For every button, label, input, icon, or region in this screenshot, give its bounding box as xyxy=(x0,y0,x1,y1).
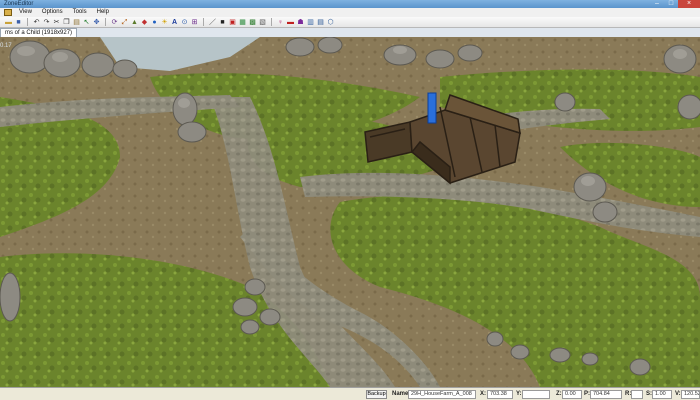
toolbar-separator xyxy=(27,18,28,26)
path-icon[interactable]: ⊙ xyxy=(180,18,189,27)
open-icon[interactable]: ▬ xyxy=(4,18,13,27)
window-title: ZoneEditor xyxy=(4,1,34,7)
grid-icon[interactable]: ⊞ xyxy=(190,18,199,27)
fill-icon[interactable]: ■ xyxy=(218,18,227,27)
redo-icon[interactable]: ↷ xyxy=(42,18,51,27)
object-icon[interactable]: ● xyxy=(150,18,159,27)
menu-bar: View Options Tools Help xyxy=(0,8,700,17)
document-tab-strip: ms of a Child (1918x927) xyxy=(0,28,700,37)
toolbar-separator xyxy=(105,18,106,26)
npc-icon[interactable]: ♀ xyxy=(276,18,285,27)
z-field[interactable]: 0.00 xyxy=(562,390,582,399)
menu-view[interactable]: View xyxy=(14,8,37,17)
sky-icon[interactable]: ▦ xyxy=(238,18,247,27)
app-icon xyxy=(4,9,12,16)
r-field[interactable] xyxy=(631,390,643,399)
v-label: V: xyxy=(675,391,681,397)
toolbar-separator xyxy=(271,18,272,26)
paint-icon[interactable]: ◆ xyxy=(140,18,149,27)
terrain-icon[interactable]: ▲ xyxy=(130,18,139,27)
light-icon[interactable]: ☀ xyxy=(160,18,169,27)
menu-help[interactable]: Help xyxy=(92,8,114,17)
water-icon[interactable]: ▣ xyxy=(228,18,237,27)
cut-icon[interactable]: ✂ xyxy=(52,18,61,27)
menu-options[interactable]: Options xyxy=(37,8,68,17)
select-icon[interactable]: ↖ xyxy=(82,18,91,27)
menu-tools[interactable]: Tools xyxy=(68,8,92,17)
selection-marker xyxy=(427,92,437,124)
window-controls: – □ × xyxy=(650,0,700,8)
z-label: Z: xyxy=(556,391,562,397)
snap-icon[interactable]: ⬡ xyxy=(326,18,335,27)
ai-icon[interactable]: A xyxy=(170,18,179,27)
y-field[interactable] xyxy=(522,390,550,399)
minimize-button[interactable]: – xyxy=(650,0,664,8)
p-field[interactable]: 704.84 xyxy=(590,390,622,399)
copy-icon[interactable]: ❐ xyxy=(62,18,71,27)
spawn-icon[interactable]: ▬ xyxy=(286,18,295,27)
s-field[interactable]: 1.00 xyxy=(652,390,672,399)
camera-icon[interactable]: ▧ xyxy=(258,18,267,27)
toolbar: ▬ ■ ↶ ↷ ✂ ❐ ▤ ↖ ✥ ⟳ ⤢ ▲ ◆ ● ☀ A ⊙ ⊞ ／ ■ … xyxy=(0,17,700,28)
close-button[interactable]: × xyxy=(678,0,700,8)
viewport-coord-readout: 0.17 xyxy=(0,43,12,49)
toolbar-separator xyxy=(203,18,204,26)
terrain-render xyxy=(0,37,700,387)
document-tab[interactable]: ms of a Child (1918x927) xyxy=(0,28,78,37)
rotate-icon[interactable]: ⟳ xyxy=(110,18,119,27)
map-icon[interactable]: ▥ xyxy=(306,18,315,27)
title-bar: ZoneEditor – □ × xyxy=(0,0,700,8)
x-field[interactable]: 703.38 xyxy=(487,390,513,399)
pen-icon[interactable]: ／ xyxy=(208,18,217,27)
maximize-button[interactable]: □ xyxy=(664,0,678,8)
fog-icon[interactable]: ▩ xyxy=(248,18,257,27)
y-label: Y: xyxy=(516,391,522,397)
v-field[interactable]: 120.52 xyxy=(681,390,700,399)
save-icon[interactable]: ■ xyxy=(14,18,23,27)
x-label: X: xyxy=(480,391,486,397)
status-bar: Backup Name: 29H_HouseFarm_A_008 X: 703.… xyxy=(0,387,700,400)
build-icon[interactable]: ☗ xyxy=(296,18,305,27)
stats-icon[interactable]: ▤ xyxy=(316,18,325,27)
scene-viewport[interactable]: 0.17 xyxy=(0,37,700,387)
scale-icon[interactable]: ⤢ xyxy=(120,18,129,27)
undo-icon[interactable]: ↶ xyxy=(32,18,41,27)
paste-icon[interactable]: ▤ xyxy=(72,18,81,27)
name-field[interactable]: 29H_HouseFarm_A_008 xyxy=(408,390,476,399)
move-icon[interactable]: ✥ xyxy=(92,18,101,27)
backup-button[interactable]: Backup xyxy=(366,390,387,399)
